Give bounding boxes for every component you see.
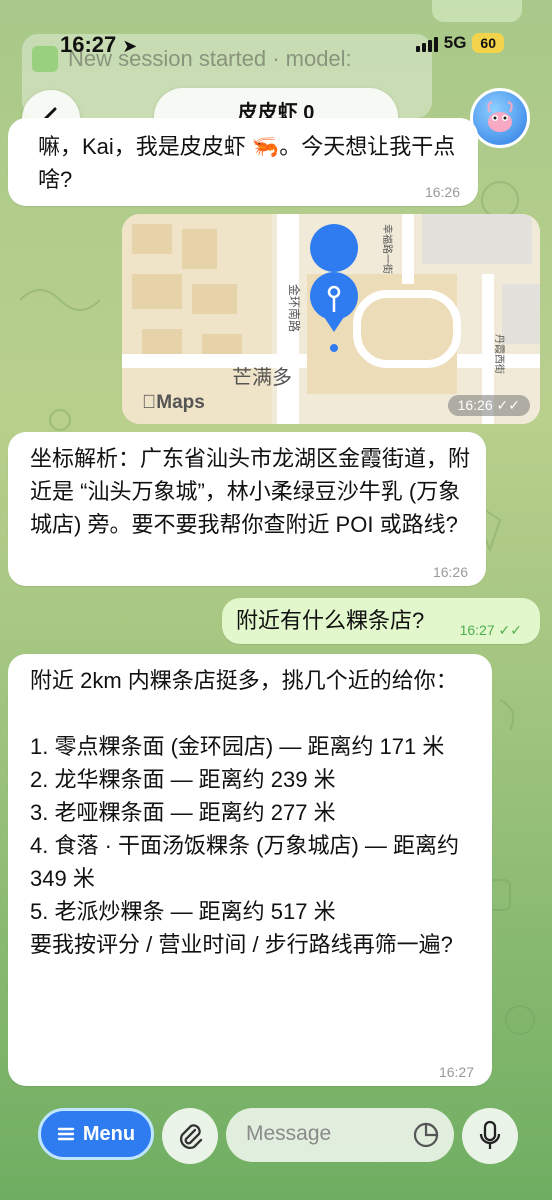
message-bubble-outgoing[interactable]: 附近有什么粿条店? 16:27 ✓✓ (222, 598, 540, 644)
status-bar: 16:27 ➤ 5G 60 (0, 0, 552, 80)
shrimp-icon (487, 101, 513, 132)
message-text: 附近有什么粿条店? (236, 608, 425, 633)
hamburger-icon (57, 1127, 75, 1141)
message-text: 坐标解析：广东省汕头市龙湖区金霞街道，附近是 “汕头万象城”，林小柔绿豆沙牛乳 … (30, 446, 471, 537)
microphone-icon (479, 1120, 501, 1149)
map-road-label: 金环南路 (287, 284, 302, 332)
menu-label: Menu (82, 1122, 136, 1145)
map-road-label: 幸福路一街 (381, 224, 394, 274)
menu-button[interactable]: Menu (38, 1108, 154, 1160)
message-bubble-incoming[interactable]: 附近 2km 内粿条店挺多，挑几个近的给你： 1. 零点粿条面 (金环园店) —… (8, 654, 492, 1086)
sticker-icon[interactable] (412, 1121, 440, 1149)
message-time: 16:26 (424, 184, 460, 200)
attach-button[interactable] (162, 1108, 218, 1164)
map-place-label: 芒满多 (232, 366, 292, 389)
message-time: 16:27 ✓✓ (459, 622, 522, 638)
maps-logo: Maps (142, 392, 205, 413)
message-time: 16:27 (438, 1064, 474, 1080)
message-bubble-incoming[interactable]: 嘛，Kai，我是皮皮虾 🦐。今天想让我干点啥? 16:26 (8, 118, 478, 206)
map-message[interactable]: 金环南路 幸福路一街 丹霞西街 芒满多 Maps 16:26 ✓✓ (122, 214, 540, 424)
message-time: 16:26 (432, 564, 468, 580)
paperclip-icon (180, 1124, 203, 1149)
message-text: 嘛，Kai，我是皮皮虾 🦐。今天想让我干点啥? (38, 134, 456, 192)
status-time: 16:27 ➤ (60, 32, 138, 57)
network-type: 5G (443, 33, 467, 52)
message-time: 16:26 ✓✓ (447, 395, 530, 416)
bot-avatar[interactable] (470, 88, 530, 148)
message-bubble-incoming[interactable]: 坐标解析：广东省汕头市龙湖区金霞街道，附近是 “汕头万象城”，林小柔绿豆沙牛乳 … (8, 432, 486, 586)
message-text: 附近 2km 内粿条店挺多，挑几个近的给你： 1. 零点粿条面 (金环园店) —… (30, 668, 460, 957)
message-field[interactable] (226, 1108, 454, 1162)
location-arrow-icon: ➤ (122, 36, 138, 56)
message-input[interactable] (244, 1121, 408, 1147)
signal-icon (415, 34, 438, 52)
voice-button[interactable] (462, 1108, 518, 1164)
map-road-label: 丹霞西街 (493, 334, 506, 374)
battery-indicator: 60 (472, 33, 504, 53)
